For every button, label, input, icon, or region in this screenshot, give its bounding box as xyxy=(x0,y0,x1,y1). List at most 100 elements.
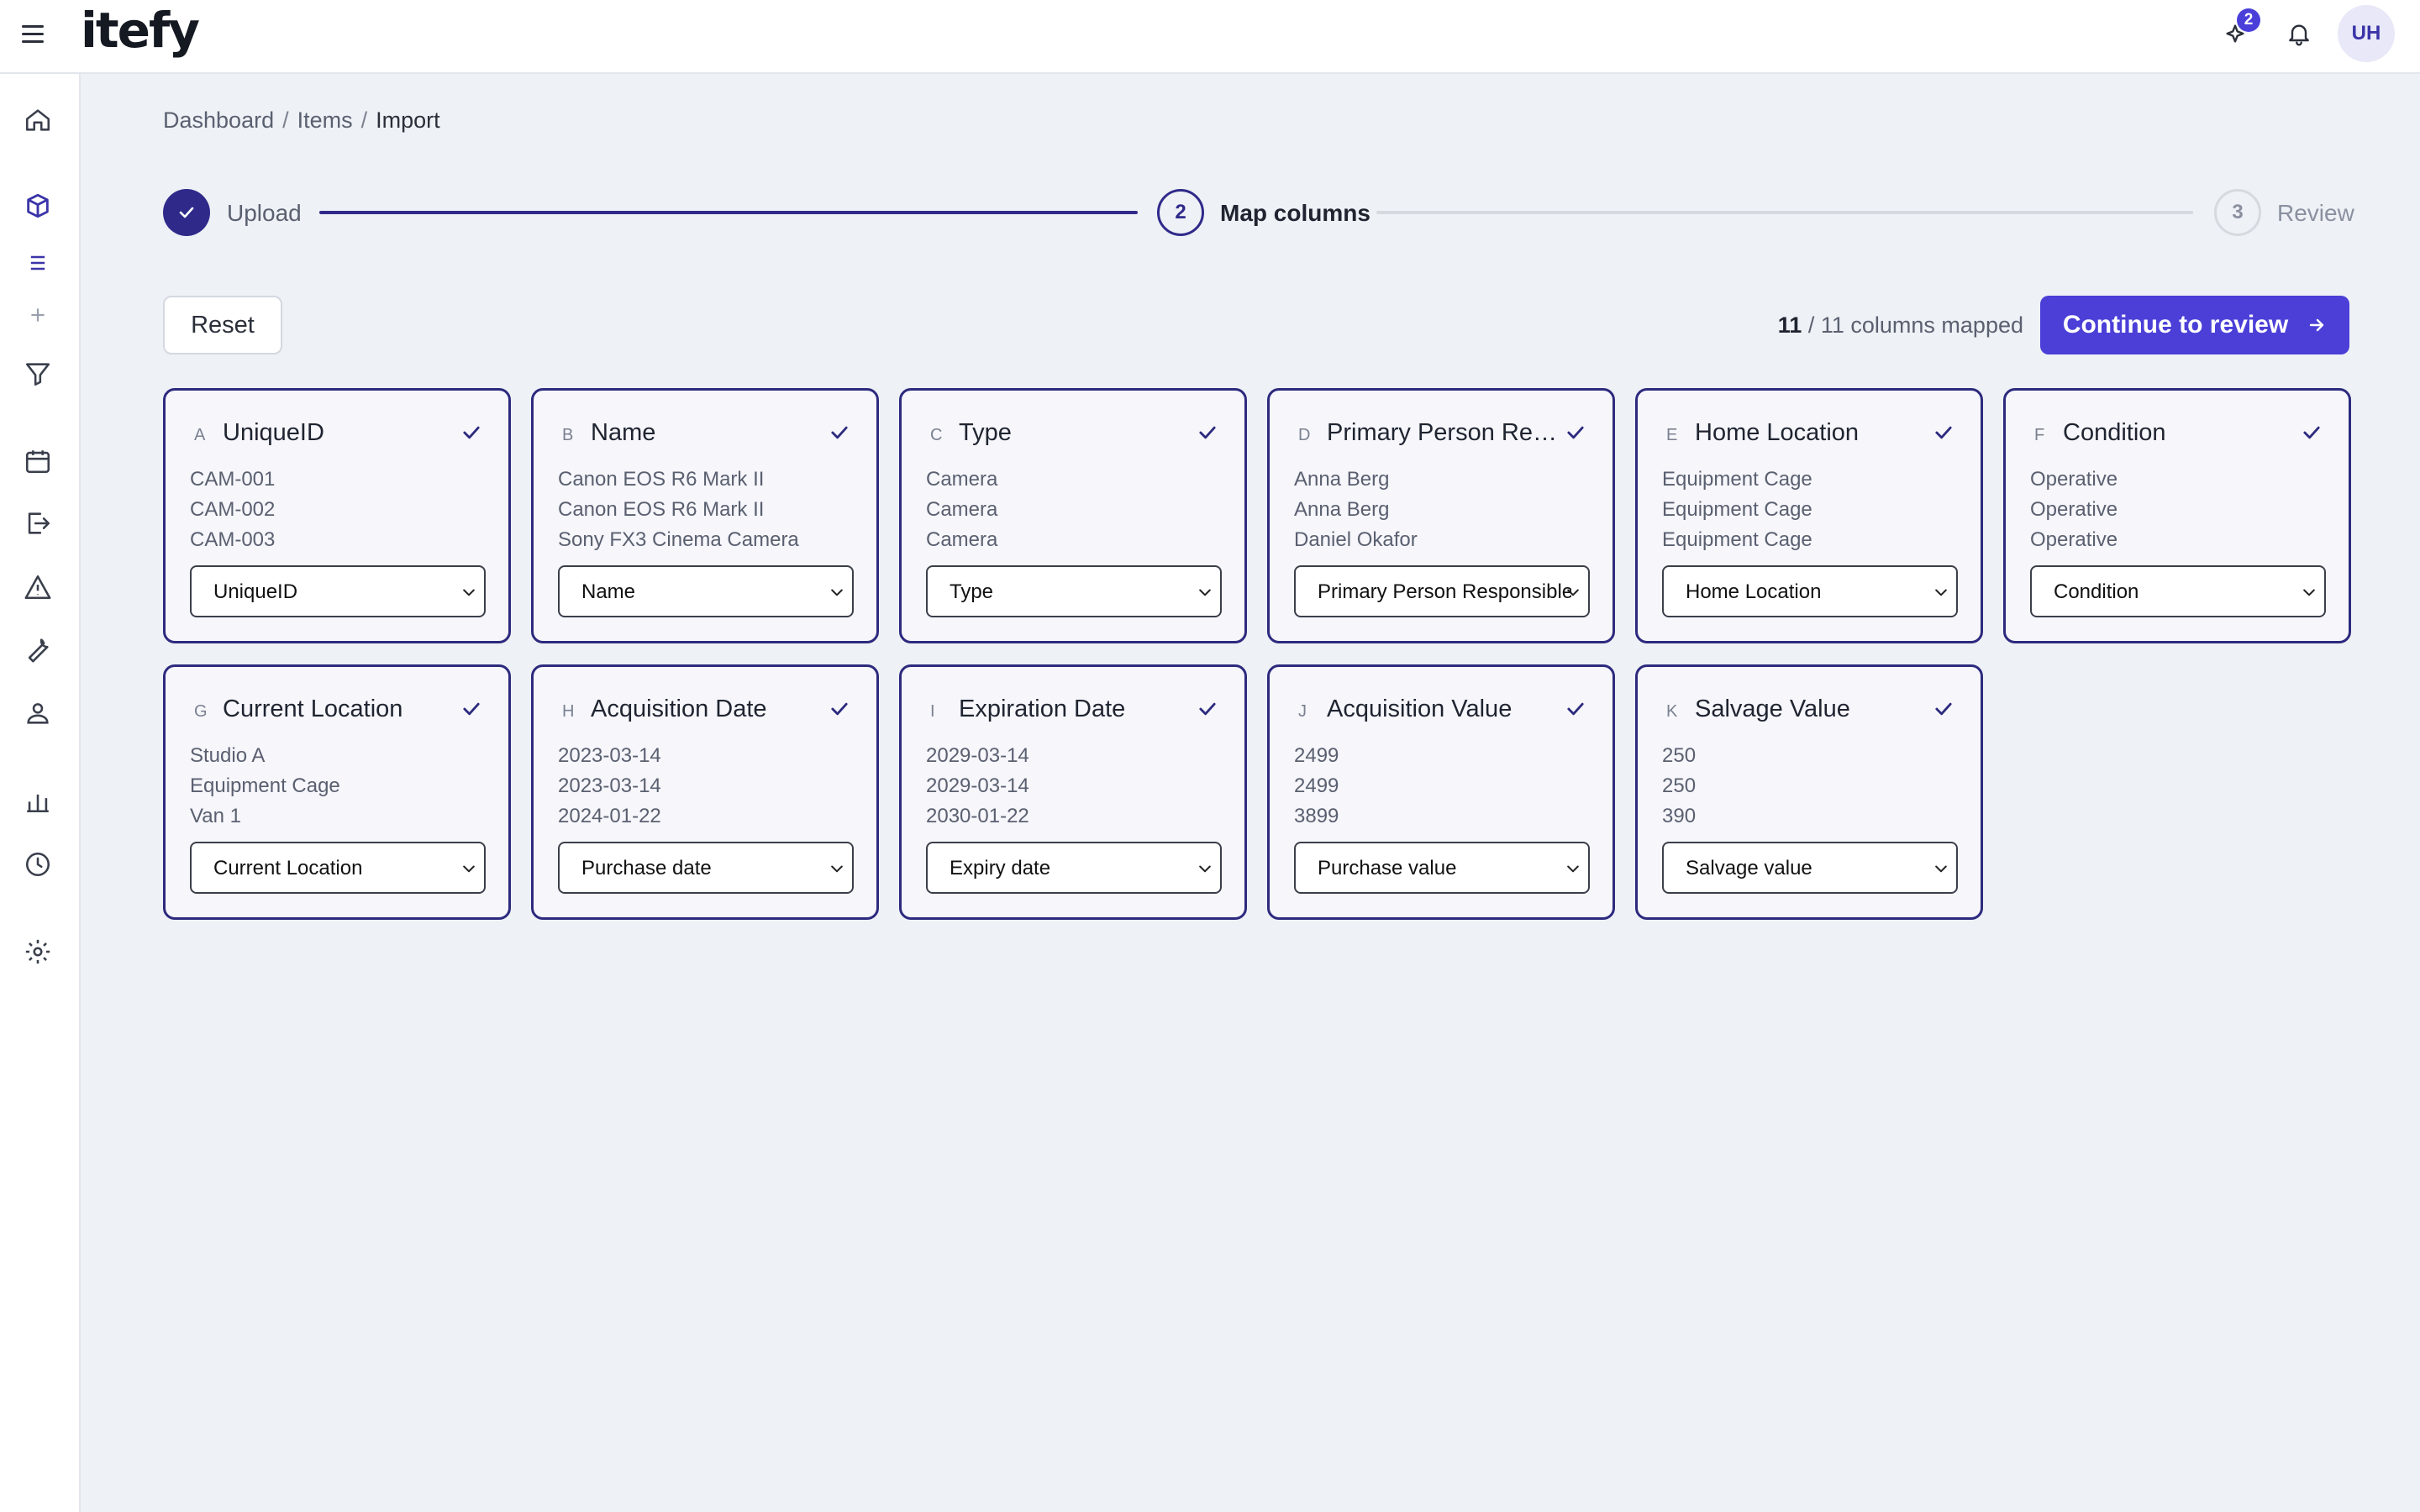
sidebar-item-add[interactable] xyxy=(20,297,55,333)
sample-value: 2030-01-22 xyxy=(926,805,1029,827)
column-letter: J xyxy=(1298,702,1307,721)
check-icon xyxy=(1199,426,1216,439)
check-icon xyxy=(1935,702,1952,716)
column-card: J Acquisition Value 2499 2499 3899 Purchase v… xyxy=(1267,664,1615,920)
chevron-down-icon xyxy=(2303,589,2315,596)
mapping-select[interactable]: Name xyxy=(558,565,854,617)
sample-value: 390 xyxy=(1662,805,1697,827)
sidebar-item-calendar[interactable] xyxy=(20,444,55,479)
sample-value: Camera xyxy=(926,468,998,491)
column-letter: E xyxy=(1666,426,1678,444)
column-card: D Primary Person Res... Anna Berg Anna Berg… xyxy=(1267,388,1615,643)
column-card: H Acquisition Date 2023-03-14 2023-03-14 202… xyxy=(531,664,879,920)
reset-button[interactable]: Reset xyxy=(163,296,282,354)
column-title: Home Location xyxy=(1695,419,1860,446)
checkout-icon xyxy=(28,512,50,534)
sample-values: Equipment Cage Equipment Cage Equipment Ca… xyxy=(1662,465,1812,555)
mapping-select[interactable]: Type xyxy=(926,565,1222,617)
sidebar-item-alerts[interactable] xyxy=(20,570,55,605)
column-letter: H xyxy=(562,702,575,721)
top-bar: itefy 2 UH xyxy=(0,0,2420,74)
column-title: Name xyxy=(591,419,656,446)
sample-value: 2023-03-14 xyxy=(558,774,661,797)
mapping-select[interactable]: UniqueID xyxy=(190,565,486,617)
menu-icon[interactable] xyxy=(18,20,47,49)
sample-value: CAM-001 xyxy=(190,468,276,491)
mapping-select[interactable]: Primary Person Responsible xyxy=(1294,565,1590,617)
column-letter: I xyxy=(930,702,935,721)
sample-value: Operative xyxy=(2030,468,2118,491)
column-card: F Condition Operative Operative Operative Con… xyxy=(2003,388,2351,643)
sidebar-item-history[interactable] xyxy=(20,847,55,882)
sample-value: Equipment Cage xyxy=(190,774,340,797)
avatar[interactable]: UH xyxy=(2338,5,2395,62)
sample-value: Van 1 xyxy=(190,805,241,827)
alert-icon xyxy=(24,575,51,600)
chevron-down-icon xyxy=(1567,589,1579,596)
mapping-select-value: Condition xyxy=(2054,580,2139,603)
sidebar-item-team[interactable] xyxy=(20,696,55,731)
breadcrumb-items[interactable]: Items xyxy=(297,108,353,133)
sample-values: Operative Operative Operative xyxy=(2030,465,2118,555)
column-letter: F xyxy=(2034,426,2045,444)
sidebar-item-checkout[interactable] xyxy=(20,506,55,541)
chevron-down-icon xyxy=(1935,865,1947,873)
sidebar-item-home[interactable] xyxy=(20,102,55,138)
sample-value: Studio A xyxy=(190,744,266,767)
sidebar-item-reports[interactable] xyxy=(20,783,55,818)
sample-value: 2029-03-14 xyxy=(926,774,1029,797)
breadcrumb-dashboard[interactable]: Dashboard xyxy=(163,108,274,133)
sample-value: Anna Berg xyxy=(1294,498,1390,521)
sidebar-item-filter[interactable] xyxy=(20,356,55,391)
mapping-select-value: Purchase value xyxy=(1318,857,1457,879)
sidebar-item-items[interactable] xyxy=(20,188,55,223)
step-review-circle: 3 xyxy=(2214,189,2261,236)
sample-value: Canon EOS R6 Mark II xyxy=(558,468,765,491)
box-icon xyxy=(27,193,49,218)
sidebar-item-list[interactable] xyxy=(20,245,55,281)
sample-value: 2023-03-14 xyxy=(558,744,661,767)
sample-value: 250 xyxy=(1662,774,1697,797)
sample-values: 250 250 390 xyxy=(1662,741,1696,832)
bell-icon xyxy=(2289,24,2309,46)
check-icon xyxy=(2303,426,2320,439)
sample-value: Anna Berg xyxy=(1294,468,1390,491)
whats-new-button[interactable]: 2 xyxy=(2217,8,2260,52)
column-letter: G xyxy=(194,702,208,721)
chevron-down-icon xyxy=(831,589,843,596)
mapping-select-value: Current Location xyxy=(213,857,363,879)
mapping-select[interactable]: Purchase date xyxy=(558,842,854,894)
mapping-select[interactable]: Purchase value xyxy=(1294,842,1590,894)
mapping-select[interactable]: Current Location xyxy=(190,842,486,894)
step-upload-label: Upload xyxy=(227,200,302,226)
sidebar-item-maintenance[interactable] xyxy=(20,632,55,667)
mapping-select-value: Salvage value xyxy=(1686,857,1812,879)
sample-value: CAM-003 xyxy=(190,528,276,551)
mapping-select[interactable]: Salvage value xyxy=(1662,842,1958,894)
app-logo[interactable]: itefy xyxy=(81,2,200,59)
check-icon xyxy=(831,702,848,716)
plus-icon xyxy=(31,308,45,322)
mapping-select[interactable]: Home Location xyxy=(1662,565,1958,617)
check-icon xyxy=(1199,702,1216,716)
column-card: B Name Canon EOS R6 Mark II Canon EOS R6 Ma… xyxy=(531,388,879,643)
column-card: A UniqueID CAM-001 CAM-002 CAM-003 UniqueID xyxy=(163,388,511,643)
column-title: Expiration Date xyxy=(959,696,1126,722)
mapping-select-value: Purchase date xyxy=(581,857,712,879)
sample-value: Camera xyxy=(926,528,998,551)
mapping-select[interactable]: Expiry date xyxy=(926,842,1222,894)
continue-to-review-button[interactable]: Continue to review xyxy=(2040,296,2349,354)
column-letter: C xyxy=(930,426,943,444)
step-map-circle: 2 xyxy=(1157,189,1204,236)
column-card: G Current Location Studio A Equipment Cage V… xyxy=(163,664,511,920)
step-upload-circle xyxy=(163,189,210,236)
sidebar-item-settings[interactable] xyxy=(20,934,55,969)
sample-value: Daniel Okafor xyxy=(1294,528,1418,551)
sample-value: Equipment Cage xyxy=(1662,468,1812,491)
notifications-button[interactable] xyxy=(2281,15,2317,52)
sample-value: 3899 xyxy=(1294,805,1339,827)
sample-values: Anna Berg Anna Berg Daniel Okafor xyxy=(1294,465,1418,555)
column-card: I Expiration Date 2029-03-14 2029-03-14 2030… xyxy=(899,664,1247,920)
mapping-select[interactable]: Condition xyxy=(2030,565,2326,617)
history-icon xyxy=(25,852,50,877)
